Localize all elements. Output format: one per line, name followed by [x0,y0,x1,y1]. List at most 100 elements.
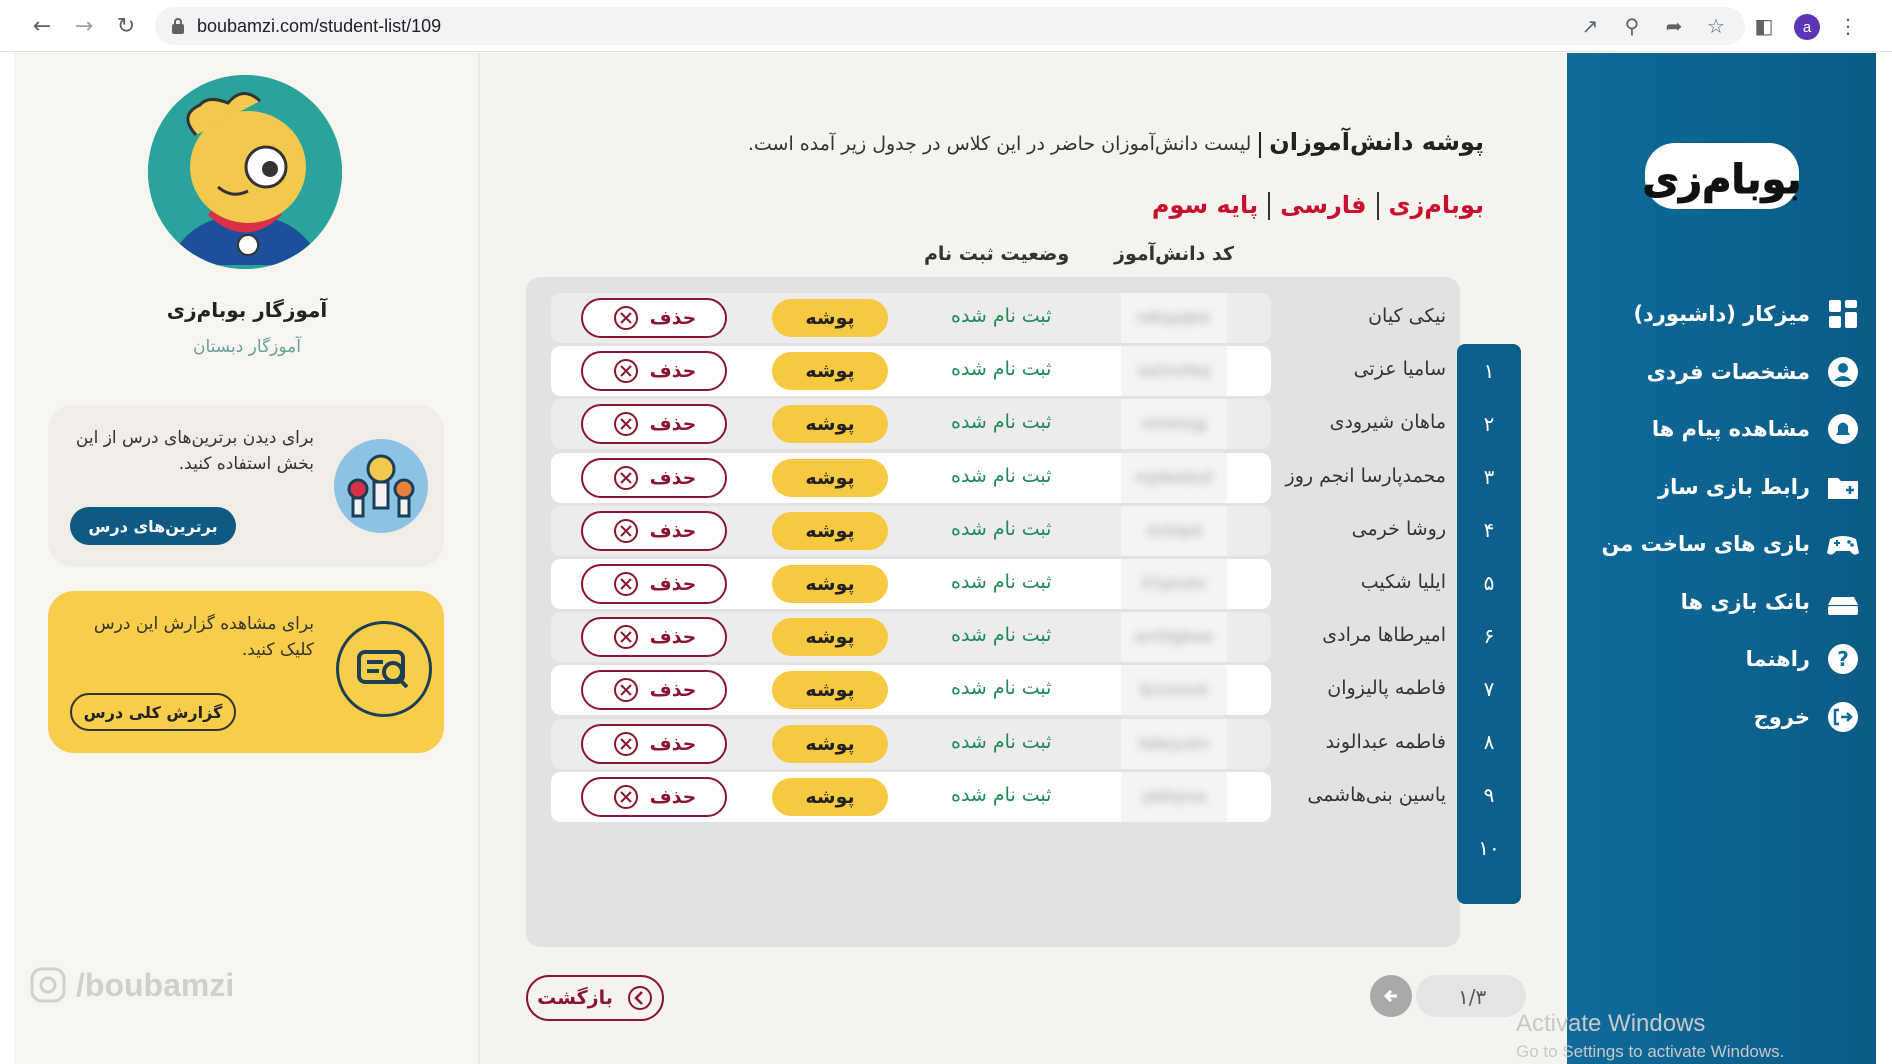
student-folder-button[interactable]: پوشه [772,352,888,391]
menu-kebab-icon[interactable]: ⋮ [1834,12,1862,40]
sidebar-item[interactable]: میزکار (داشبورد) [1572,291,1862,337]
student-code-value: sa2nvhkq [1137,361,1211,381]
activation-subtitle: Go to Settings to activate Windows. [1516,1042,1785,1061]
sidebar: بوبام‌زی میزکار (داشبورد) مشخصات فردی مشاه… [1567,53,1876,1064]
student-name[interactable]: ایلیا شکیب [1361,571,1446,593]
page-description: لیست دانش‌آموزان حاضر در این کلاس در جدو… [747,133,1252,155]
arrow-left-icon [1383,989,1397,1003]
delete-label: حذف [649,573,697,595]
row-number: ۸ [1483,729,1495,754]
next-page-button[interactable] [1370,975,1412,1017]
report-search-icon [336,621,432,717]
dashboard-icon [1824,295,1862,333]
top-students-button[interactable]: برترین‌های درس [70,507,236,545]
sidebar-item[interactable]: مشخصات فردی [1572,349,1862,395]
page-title: پوشه دانش‌آموزان [1269,128,1484,156]
logo-text: بوبام‌زی [1642,157,1801,203]
sidepanel-icon[interactable]: ◧ [1750,12,1778,40]
student-code-value: mp9wdnzf [1135,467,1213,487]
row-number-column: ۱ ۲ ۳ ۴ ۵ ۶ ۷ ۸ ۹ ۱۰ [1457,344,1521,904]
close-circle-icon [613,465,638,490]
student-code-value: rk3xlpd [1146,520,1202,540]
table-row: حذف پوشه ثبت نام شده mp9wdnzf محمدپارسا انجم… [551,452,1446,503]
stack-icon [1824,583,1862,621]
student-name[interactable]: ماهان شیرودی [1330,411,1446,433]
student-name[interactable]: روشا خرمی [1352,518,1446,540]
back-arrow-icon[interactable]: ← [28,12,56,40]
teacher-role: آموزگار دبستان [193,337,301,357]
delete-button[interactable]: حذف [581,510,727,551]
sidebar-item[interactable]: مشاهده پیام ها [1572,406,1862,452]
student-name[interactable]: سامیا عزتی [1354,358,1446,380]
star-icon[interactable]: ☆ [1702,12,1730,40]
sidebar-item[interactable]: ? راهنما [1572,636,1862,682]
delete-label: حذف [649,626,697,649]
instagram-icon [30,967,66,1003]
sidebar-item[interactable]: خروج [1572,694,1862,740]
page-header: پوشه دانش‌آموزان لیست دانش‌آموزان حاضر در… [748,128,1484,158]
boubamzi-logo[interactable]: بوبام‌زی [1637,121,1807,231]
delete-button[interactable]: حذف [581,776,727,817]
delete-button[interactable]: حذف [581,617,727,658]
student-code-value: fp1ovnck [1139,680,1209,700]
student-name[interactable]: فاطمه عبدالوند [1326,731,1446,753]
registration-status: ثبت نام شده [951,305,1052,327]
student-name[interactable]: امیرطاها مرادی [1322,624,1446,646]
student-folder-button[interactable]: پوشه [772,299,888,337]
student-code-value: am5tgbwe [1134,627,1214,647]
student-folder-button[interactable]: پوشه [772,777,888,816]
sidebar-item[interactable]: رابط بازی ساز [1572,464,1862,510]
student-name[interactable]: یاسین بنی‌هاشمی [1307,784,1446,806]
teacher-name: آموزگار بوبام‌زی [166,298,328,322]
student-code: sa2nvhkq [1121,346,1227,397]
close-circle-icon [613,412,638,437]
close-circle-icon [613,784,638,809]
student-code: yb8sjrxa [1121,771,1227,822]
student-folder-button[interactable]: پوشه [772,458,888,497]
delete-button[interactable]: حذف [581,404,727,445]
report-card: برای مشاهده گزارش این درس کلیک کنید. گزا… [48,591,444,753]
delete-button[interactable]: حذف [581,723,727,764]
medals-icon [334,439,428,533]
zoom-icon[interactable]: ⚲ [1618,12,1646,40]
student-code-value: mh4rtcjg [1141,414,1207,434]
student-name[interactable]: فاطمه پالیزوان [1327,677,1446,699]
close-circle-icon [613,359,638,384]
student-folder-button[interactable]: پوشه [772,618,888,657]
student-folder-button[interactable]: پوشه [772,565,888,603]
back-button[interactable]: بازگشت [526,975,664,1021]
delete-button[interactable]: حذف [581,298,727,338]
address-bar[interactable]: boubamzi.com/student-list/109 [155,7,1745,45]
student-folder-button[interactable]: پوشه [772,405,888,444]
open-external-icon[interactable]: ↗ [1576,12,1604,40]
student-folder-button[interactable]: پوشه [772,671,888,710]
delete-label: حذف [649,360,697,383]
sidebar-item-label: مشخصات فردی [1646,359,1810,384]
registration-status: ثبت نام شده [951,624,1052,647]
share-icon[interactable]: ➦ [1660,12,1688,40]
sidebar-item[interactable]: بانک بازی ها [1572,579,1862,625]
student-folder-button[interactable]: پوشه [772,724,888,763]
table-row: حذف پوشه ثبت نام شده ni8upqbtx نیکی کیان [551,293,1446,343]
breadcrumb-item[interactable]: پایه سوم [1152,191,1258,219]
breadcrumb-item[interactable]: فارسی [1280,191,1366,219]
report-button[interactable]: گزارش کلی درس [70,693,236,731]
report-text: برای مشاهده گزارش این درس کلیک کنید. [93,614,314,660]
delete-button[interactable]: حذف [581,457,727,498]
forward-arrow-icon[interactable]: → [70,12,98,40]
sidebar-item-label: راهنما [1745,647,1810,671]
left-panel: آموزگار بوبام‌زی آموزگار دبستان برای دید… [14,53,480,1064]
sidebar-item[interactable]: بازی های ساخت من [1572,521,1862,567]
profile-avatar[interactable]: a [1794,14,1820,40]
close-circle-icon [613,306,638,330]
student-name[interactable]: نیکی کیان [1368,305,1446,327]
student-code: fp1ovnck [1121,665,1227,716]
delete-button[interactable]: حذف [581,670,727,711]
reload-icon[interactable]: ↻ [112,12,140,40]
breadcrumb-item[interactable]: بوبام‌زی [1389,191,1484,219]
delete-button[interactable]: حذف [581,351,727,392]
student-folder-button[interactable]: پوشه [772,511,888,550]
delete-button[interactable]: حذف [581,564,727,604]
top-students-text: برای دیدن برترین‌های درس از این بخش استف… [75,428,314,474]
student-name[interactable]: محمدپارسا انجم روز [1286,465,1446,487]
